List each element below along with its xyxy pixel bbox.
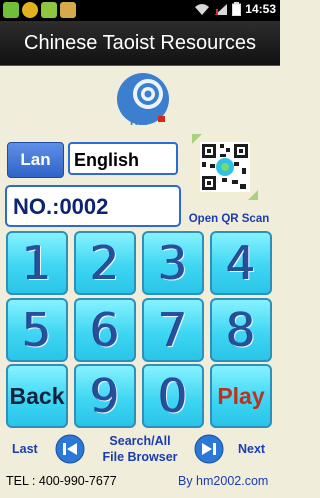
search-line-2: File Browser: [102, 450, 178, 464]
play-label: Play: [217, 382, 265, 409]
app-title: Chinese Taoist Resources: [0, 21, 280, 66]
back-label: Back: [9, 382, 65, 409]
hm-logo-icon: HM: [117, 73, 169, 128]
number-input[interactable]: NO.:0002: [5, 185, 181, 227]
key-1-label: 1: [22, 236, 52, 290]
clock-text: 14:53: [245, 2, 276, 16]
key-7[interactable]: 7: [142, 298, 204, 362]
battery-icon: [232, 2, 242, 16]
plus-notification-icon: [22, 2, 38, 18]
key-5-label: 5: [22, 303, 52, 357]
key-4[interactable]: 4: [210, 231, 272, 295]
key-0-label: 0: [158, 369, 188, 423]
status-bar: 14:53: [0, 0, 280, 21]
notification-icons: [3, 2, 76, 18]
key-3-label: 3: [158, 236, 188, 290]
key-2[interactable]: 2: [74, 231, 136, 295]
key-5[interactable]: 5: [6, 298, 68, 362]
key-6-label: 6: [90, 303, 120, 357]
search-line-1: Search/All: [109, 434, 171, 448]
last-link[interactable]: Last: [12, 442, 38, 456]
key-4-label: 4: [226, 236, 256, 290]
play-button[interactable]: Play: [210, 364, 272, 428]
open-qr-scan-link[interactable]: Open QR Scan: [184, 213, 274, 225]
app-notification-icon: [3, 2, 19, 18]
shopping-bag-icon: [60, 2, 76, 18]
key-9-label: 9: [90, 369, 120, 423]
website-text: By hm2002.com: [178, 474, 269, 488]
search-browser-link[interactable]: Search/All File Browser: [92, 433, 188, 465]
back-button[interactable]: Back: [6, 364, 68, 428]
previous-icon[interactable]: [55, 434, 85, 464]
next-icon[interactable]: [194, 434, 224, 464]
language-field[interactable]: English: [68, 142, 178, 175]
qr-code-icon[interactable]: [192, 134, 258, 200]
android-notification-icon: [41, 2, 57, 18]
signal-icon: [215, 3, 228, 15]
key-3[interactable]: 3: [142, 231, 204, 295]
key-8-label: 8: [226, 303, 256, 357]
key-8[interactable]: 8: [210, 298, 272, 362]
telephone-text: TEL : 400-990-7677: [6, 474, 117, 488]
wifi-icon: [195, 3, 210, 15]
key-2-label: 2: [90, 236, 120, 290]
logo-text: HM: [130, 116, 147, 128]
key-6[interactable]: 6: [74, 298, 136, 362]
key-7-label: 7: [158, 303, 188, 357]
language-button[interactable]: Lan: [7, 142, 64, 178]
key-9[interactable]: 9: [74, 364, 136, 428]
key-1[interactable]: 1: [6, 231, 68, 295]
key-0[interactable]: 0: [142, 364, 204, 428]
next-link[interactable]: Next: [238, 442, 265, 456]
